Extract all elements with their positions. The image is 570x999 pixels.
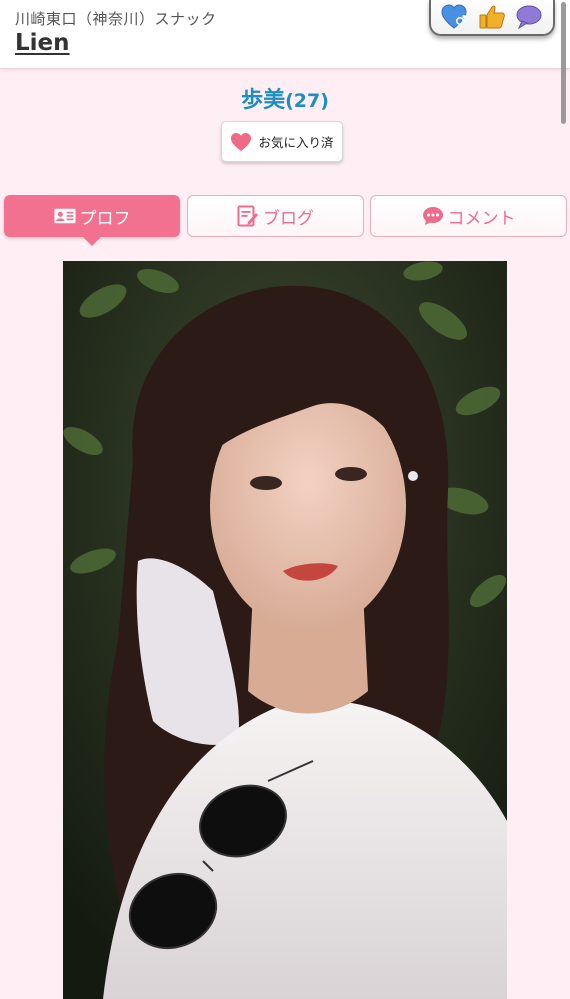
- cast-photo-image: [63, 261, 507, 999]
- heart-gender-icon[interactable]: [441, 3, 469, 31]
- favorite-button-label: お気に入り済: [258, 135, 334, 150]
- tab-comment-label: コメント: [447, 208, 516, 229]
- action-button-group: [429, 0, 555, 36]
- breadcrumb[interactable]: 川崎東口（神奈川）スナック: [15, 8, 217, 29]
- tab-blog[interactable]: ブログ: [187, 195, 364, 237]
- shop-name-link[interactable]: Lien: [15, 30, 70, 56]
- page: 川崎東口（神奈川）スナック Lien 歩美(27) お気に入り済 プロフ ブログ…: [0, 0, 570, 999]
- heart-icon: [231, 132, 252, 151]
- tab-profile-label: プロフ: [79, 208, 131, 229]
- tab-profile[interactable]: プロフ: [4, 195, 180, 246]
- tab-comment[interactable]: コメント: [370, 195, 567, 237]
- thumbs-up-icon[interactable]: [478, 3, 506, 31]
- cast-name-heading: 歩美(27): [0, 82, 570, 114]
- speech-bubble-icon[interactable]: [515, 3, 543, 31]
- tab-blog-label: ブログ: [263, 208, 314, 229]
- cast-age: (27): [285, 90, 329, 112]
- cast-name: 歩美: [241, 88, 286, 113]
- profile-card-icon: [53, 206, 76, 226]
- chat-bubble-icon: [422, 206, 444, 226]
- cast-photo[interactable]: [63, 261, 507, 999]
- site-header: 川崎東口（神奈川）スナック Lien: [0, 0, 570, 69]
- edit-note-icon: [237, 205, 259, 227]
- favorite-button[interactable]: お気に入り済: [221, 121, 343, 162]
